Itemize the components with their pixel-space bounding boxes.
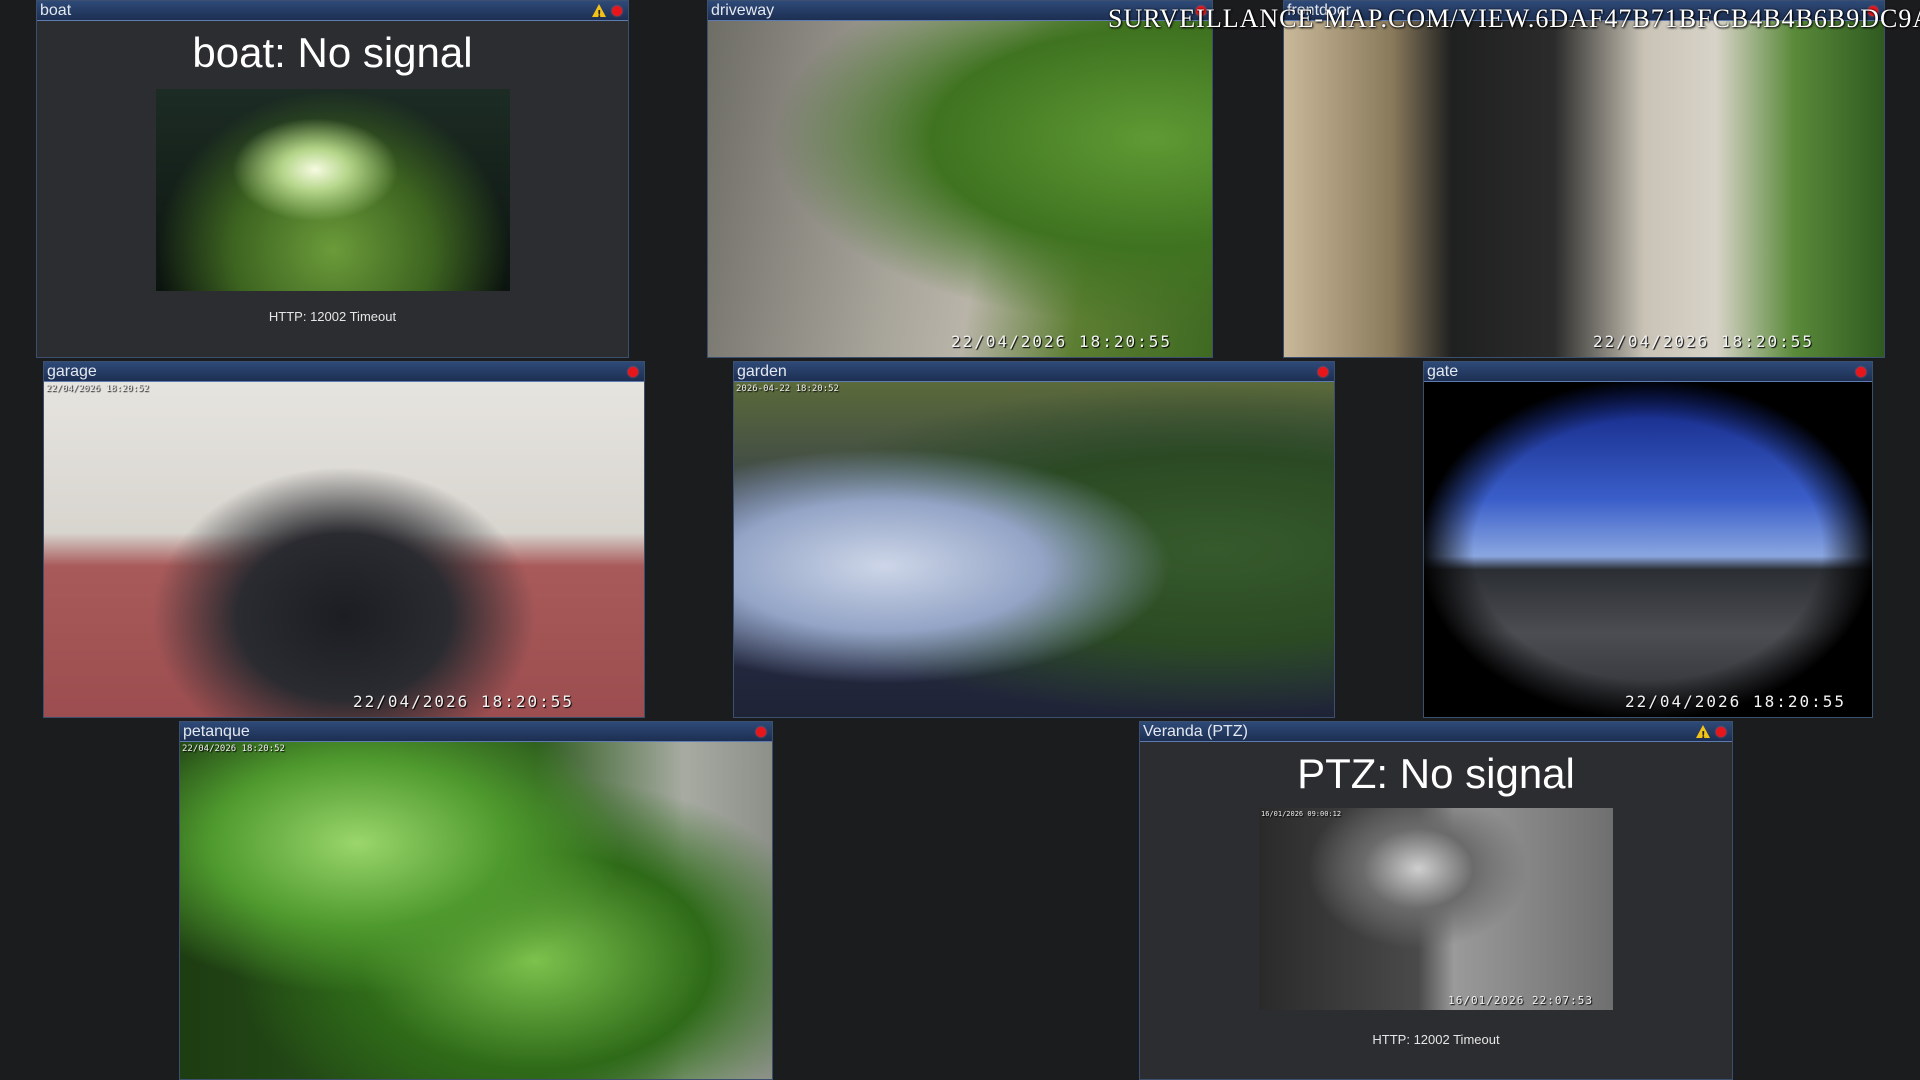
scene-image (44, 382, 644, 717)
scene-image (155, 89, 510, 291)
camera-tile-garden[interactable]: garden 2026-04-22 18:20:52 (733, 361, 1335, 718)
camera-header: garden (734, 362, 1334, 382)
camera-title: petanque (183, 723, 250, 740)
camera-tile-frontdoor[interactable]: frontdoor 22/04/2026 18:20:55 (1283, 0, 1885, 358)
timestamp: 22/04/2026 18:20:55 (1592, 332, 1814, 351)
camera-tile-garage[interactable]: garage 22/04/2026 18:20:52 22/04/2026 18… (43, 361, 645, 718)
no-signal-title: PTZ: No signal (1297, 750, 1575, 797)
camera-feed: 22/04/2026 18:20:52 22/04/2026 18:20:55 (44, 382, 644, 717)
timestamp: 22/04/2026 18:20:55 (950, 332, 1172, 351)
timestamp: 22/04/2026 18:20:55 (352, 692, 574, 711)
overlay-timestamp: 22/04/2026 18:20:52 (182, 744, 285, 754)
camera-tile-gate[interactable]: gate 22/04/2026 18:20:55 (1423, 361, 1873, 718)
camera-title: garage (47, 363, 97, 380)
warning-icon (1696, 725, 1710, 746)
camera-feed: boat: No signal HTTP: 12002 Timeout (37, 21, 628, 357)
camera-feed: 22/04/2026 18:20:52 (180, 742, 772, 1079)
recording-dot-icon (756, 727, 766, 737)
camera-header: gate (1424, 362, 1872, 382)
recording-dot-icon (628, 367, 638, 377)
overlay-timestamp: 22/04/2026 18:20:52 (46, 384, 149, 394)
camera-feed: 22/04/2026 18:20:55 (1284, 21, 1884, 357)
error-message: HTTP: 12002 Timeout (268, 309, 397, 324)
watermark-url: SURVEILLANCE-MAP.COM/VIEW.6DAF47B71BFCB4… (1108, 4, 1920, 33)
scene-image (1424, 382, 1872, 717)
camera-title: Veranda (PTZ) (1143, 723, 1248, 740)
recording-dot-icon (1318, 367, 1328, 377)
recording-dot-icon (1716, 727, 1726, 737)
camera-title: driveway (711, 2, 775, 19)
error-message: HTTP: 12002 Timeout (1372, 1032, 1500, 1047)
scene-image (1259, 808, 1613, 1010)
camera-wall: boat boat: No signal HTTP: 12002 Timeout… (0, 0, 1920, 1080)
recording-dot-icon (1856, 367, 1866, 377)
scene-image (708, 21, 1212, 357)
camera-feed: 22/04/2026 18:20:55 (1424, 382, 1872, 717)
scene-image (1284, 21, 1884, 357)
no-signal-title: boat: No signal (192, 29, 473, 76)
scene-image (734, 382, 1334, 717)
camera-title: boat (40, 2, 72, 19)
camera-header: garage (44, 362, 644, 382)
timestamp: 22/04/2026 18:20:55 (1624, 692, 1846, 711)
recording-dot-icon (612, 6, 622, 16)
overlay-timestamp: 16/01/2026 09:00:12 (1261, 810, 1342, 818)
camera-tile-veranda-ptz[interactable]: Veranda (PTZ) PTZ: No signal 16/01/2026 … (1139, 721, 1733, 1080)
camera-tile-petanque[interactable]: petanque 22/04/2026 18:20:52 (179, 721, 773, 1080)
last-frame-thumbnail (155, 89, 510, 291)
camera-tile-boat[interactable]: boat boat: No signal HTTP: 12002 Timeout (36, 0, 629, 358)
camera-feed: 2026-04-22 18:20:52 (734, 382, 1334, 717)
last-frame-thumbnail: 16/01/2026 09:00:12 16/01/2026 22:07:53 (1259, 808, 1613, 1010)
warning-icon (592, 4, 606, 25)
camera-feed: PTZ: No signal 16/01/2026 09:00:12 16/01… (1140, 742, 1732, 1079)
camera-tile-driveway[interactable]: driveway 22/04/2026 18:20:55 (707, 0, 1213, 358)
camera-feed: 22/04/2026 18:20:55 (708, 21, 1212, 357)
scene-image (180, 742, 772, 1079)
camera-header: Veranda (PTZ) (1140, 722, 1732, 746)
camera-title: gate (1427, 363, 1459, 380)
camera-header: boat (37, 1, 628, 25)
overlay-timestamp: 2026-04-22 18:20:52 (736, 384, 839, 394)
timestamp: 16/01/2026 22:07:53 (1448, 994, 1593, 1007)
camera-header: petanque (180, 722, 772, 742)
camera-title: garden (737, 363, 787, 380)
